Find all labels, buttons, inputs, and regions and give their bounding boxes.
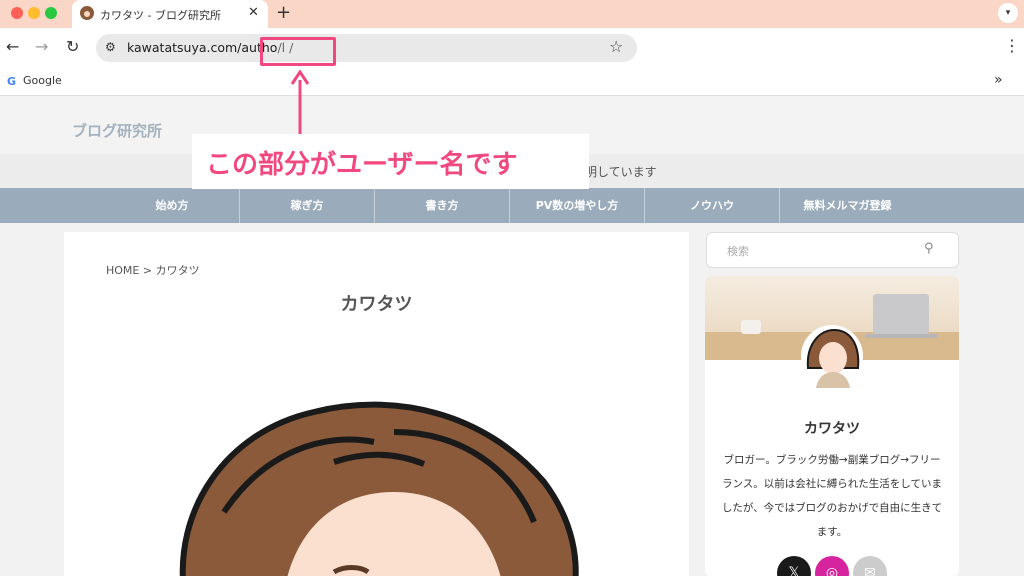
bookmarks-bar: G Google »	[0, 68, 1024, 96]
nav-item-earn[interactable]: 稼ぎ方	[240, 188, 375, 223]
menu-kebab-icon[interactable]: ⋮	[1004, 36, 1020, 55]
url-prefix: kawatatsuya.com/autho	[127, 40, 278, 55]
search-input[interactable]: 検索	[727, 243, 749, 259]
main-content: HOME > カワタツ カワタツ	[64, 232, 689, 576]
profile-bio: ブロガー。ブラック労働→副業ブログ→フリーランス。以前は会社に縛られた生活をして…	[721, 454, 943, 538]
google-icon: G	[7, 75, 17, 88]
nav-item-pv[interactable]: PV数の増やし方	[510, 188, 645, 223]
annotation-callout: この部分がユーザー名です	[192, 134, 589, 189]
reload-icon[interactable]: ↻	[66, 37, 79, 56]
search-icon[interactable]: ⚲	[924, 241, 934, 256]
sidebar-search[interactable]: 検索 ⚲	[706, 232, 959, 268]
profile-name: カワタツ	[804, 421, 860, 437]
browser-tab[interactable]: カワタツ - ブログ研究所 ✕	[72, 0, 268, 28]
tab-strip: カワタツ - ブログ研究所 ✕ + ▾	[0, 0, 1024, 28]
minimize-window-button[interactable]	[28, 7, 40, 19]
nav-item-knowhow[interactable]: ノウハウ	[645, 188, 780, 223]
nav-item-start[interactable]: 始め方	[105, 188, 240, 223]
site-info-icon[interactable]: ⚙	[105, 40, 121, 56]
annotation-text: この部分がユーザー名です	[206, 150, 518, 180]
nav-item-newsletter[interactable]: 無料メルマガ登録	[780, 188, 915, 223]
breadcrumb[interactable]: HOME > カワタツ	[106, 262, 200, 278]
profile-card: カワタツ ブロガー。ブラック労働→副業ブログ→フリーランス。以前は会社に縛られた…	[705, 276, 959, 576]
avatar-favicon-icon	[80, 6, 94, 20]
new-tab-button[interactable]: +	[276, 2, 291, 23]
annotation-arrow-icon	[290, 70, 310, 136]
maximize-window-button[interactable]	[45, 7, 57, 19]
tab-title: カワタツ - ブログ研究所	[100, 9, 221, 22]
page-title: カワタツ	[340, 294, 413, 315]
tab-search-chevron-icon[interactable]: ▾	[998, 3, 1018, 23]
bookmark-google[interactable]: Google	[23, 74, 62, 87]
tab-close-icon[interactable]: ✕	[248, 5, 259, 20]
avatar	[801, 325, 863, 388]
x-social-icon[interactable]: 𝕏	[777, 556, 811, 576]
bookmarks-overflow-icon[interactable]: »	[994, 72, 1003, 88]
address-bar[interactable]: ⚙ kawatatsuya.com/autho/l / ☆	[96, 34, 637, 62]
instagram-icon[interactable]: ◎	[815, 556, 849, 576]
browser-toolbar: ← → ↻ ⚙ kawatatsuya.com/autho/l / ☆ ⋮	[0, 28, 1024, 68]
site-tagline: 明しています	[585, 165, 657, 179]
bookmark-star-icon[interactable]: ☆	[609, 37, 623, 56]
site-logo[interactable]: ブログ研究所	[72, 120, 162, 141]
mail-icon[interactable]: ✉	[853, 556, 887, 576]
forward-arrow-icon[interactable]: →	[35, 37, 48, 56]
close-window-button[interactable]	[11, 7, 23, 19]
global-nav: 始め方 稼ぎ方 書き方 PV数の増やし方 ノウハウ 無料メルマガ登録	[0, 188, 1024, 223]
nav-item-write[interactable]: 書き方	[375, 188, 510, 223]
back-arrow-icon[interactable]: ←	[6, 37, 19, 56]
author-avatar-illustration	[179, 401, 579, 576]
url-username-highlight	[260, 37, 336, 66]
